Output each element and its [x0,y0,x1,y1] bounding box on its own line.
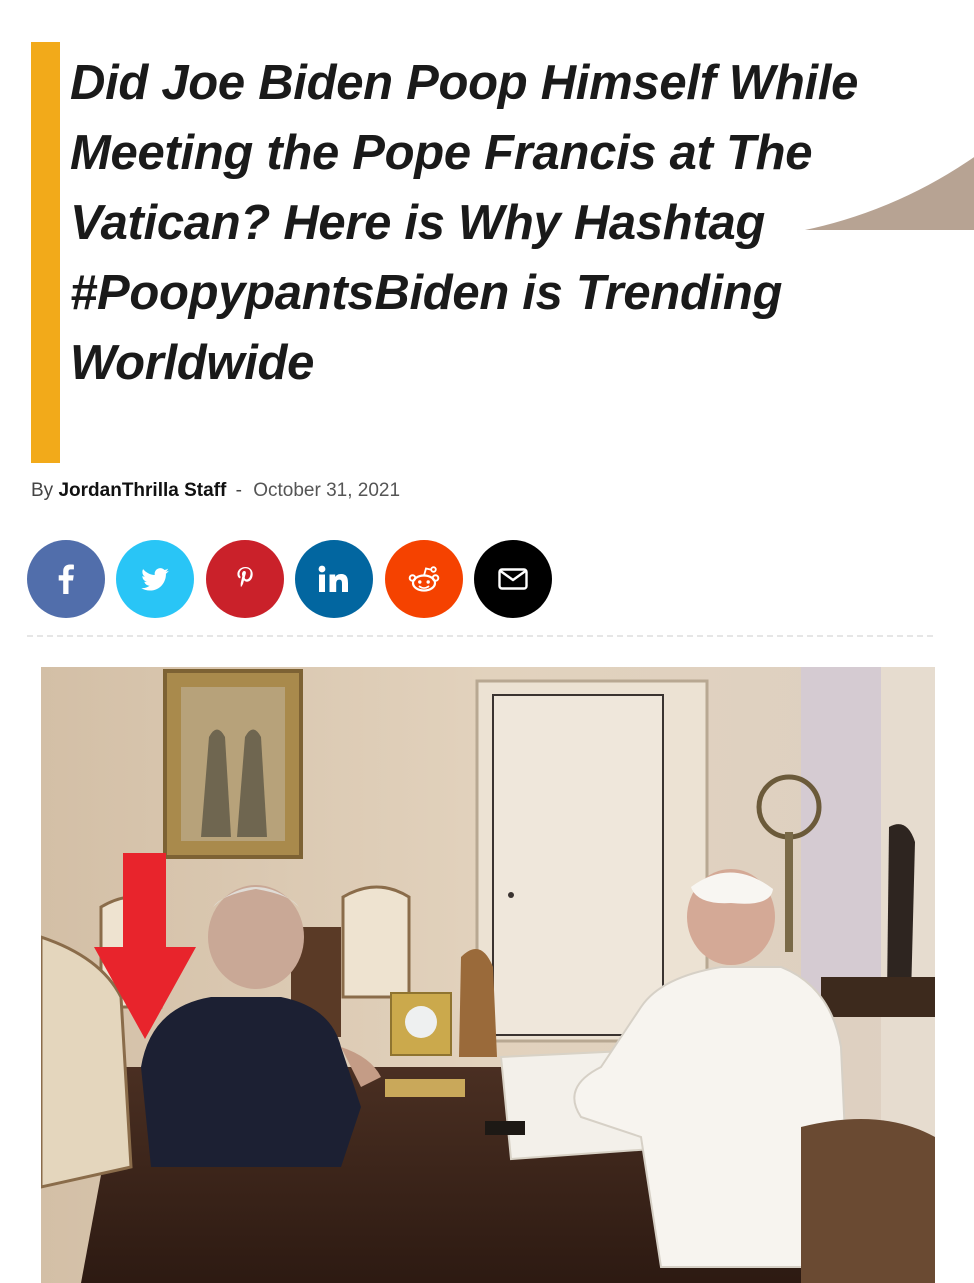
author-link[interactable]: JordanThrilla Staff [58,480,226,501]
share-pinterest-button[interactable] [206,540,284,618]
title-block: Did Joe Biden Poop Himself While Meeting… [31,42,911,463]
pinterest-icon [234,565,256,593]
facebook-icon [57,564,75,594]
share-email-button[interactable] [474,540,552,618]
envelope-icon [498,568,528,590]
byline: By JordanThrilla Staff - October 31, 202… [31,480,400,502]
article-photo [41,667,935,1283]
linkedin-icon [318,565,350,593]
section-divider [27,635,933,637]
article-page: Did Joe Biden Poop Himself While Meeting… [0,0,974,1283]
reddit-icon [407,564,441,594]
share-reddit-button[interactable] [385,540,463,618]
share-twitter-button[interactable] [116,540,194,618]
twitter-icon [141,567,169,591]
publish-date: October 31, 2021 [253,480,401,501]
article-title: Did Joe Biden Poop Himself While Meeting… [70,56,859,390]
byline-prefix: By [31,480,54,501]
title-accent-bar [31,42,60,463]
share-facebook-button[interactable] [27,540,105,618]
byline-separator: - [235,480,242,501]
share-linkedin-button[interactable] [295,540,373,618]
